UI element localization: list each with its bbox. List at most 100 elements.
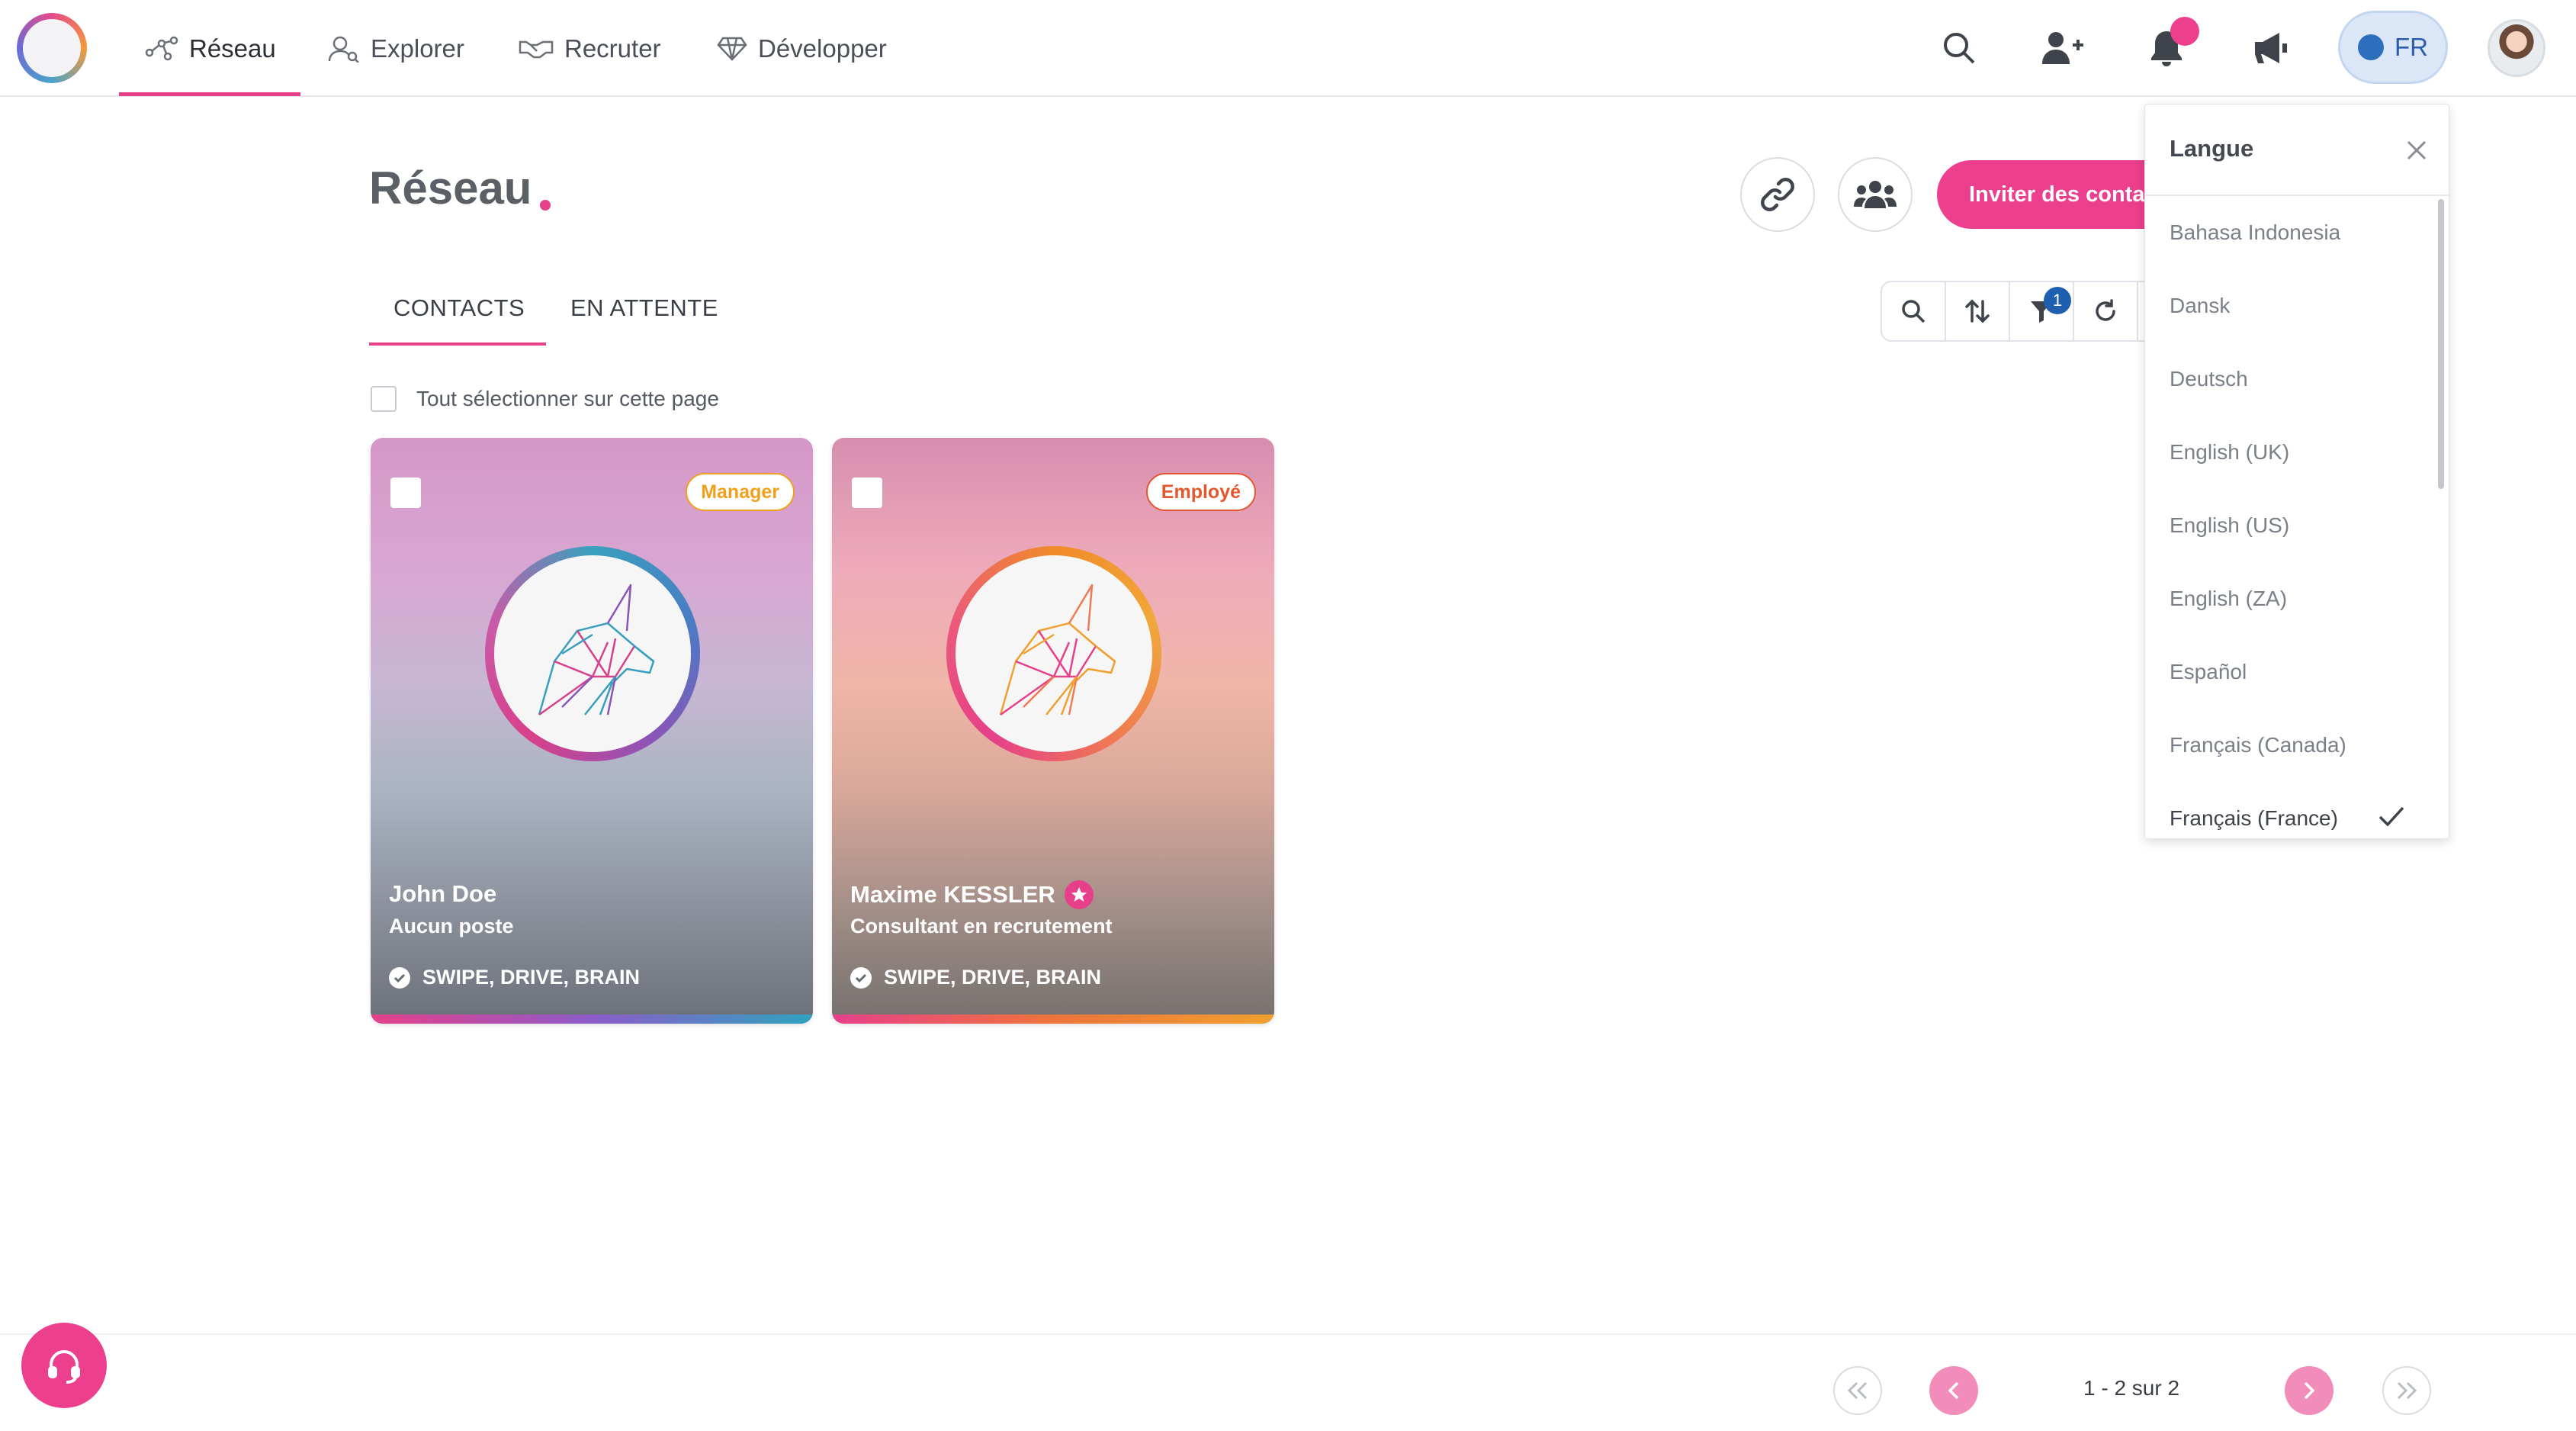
title-accent-dot [540, 200, 551, 211]
tab-contacts[interactable]: CONTACTS [393, 294, 525, 322]
card-checkbox[interactable] [852, 478, 882, 508]
search-icon [1902, 300, 1926, 323]
language-option[interactable]: Deutsch [2145, 342, 2449, 416]
sort-icon [1965, 299, 1990, 323]
nav-item-reseau[interactable]: Réseau [145, 0, 276, 97]
toolbar-refresh-button[interactable] [2074, 282, 2138, 340]
active-nav-indicator [119, 92, 300, 96]
notification-dot [2170, 17, 2199, 46]
language-list: Bahasa Indonesia Dansk Deutsch English (… [2145, 196, 2449, 838]
chevron-right-icon [2304, 1381, 2315, 1400]
toolbar-sort-button[interactable] [1946, 282, 2010, 340]
network-icon [145, 36, 178, 60]
contact-card[interactable]: Employé Maxime KESSLER Consultant en rec… [832, 438, 1274, 1024]
select-all-label: Tout sélectionner sur cette page [416, 387, 719, 410]
nav-label: Réseau [189, 34, 276, 63]
check-circle-icon [850, 966, 872, 989]
chevron-left-icon [1948, 1381, 1959, 1400]
nav-label: Explorer [371, 34, 464, 63]
card-gradient-border [832, 1015, 1274, 1024]
role-badge: Employé [1145, 473, 1256, 511]
language-dropdown-title: Langue [2170, 135, 2254, 162]
language-option[interactable]: English (ZA) [2145, 562, 2449, 635]
last-page-button[interactable] [2382, 1366, 2431, 1415]
add-user-icon [2042, 32, 2083, 64]
check-circle-icon [389, 966, 410, 989]
user-avatar[interactable] [2488, 19, 2545, 77]
handshake-icon [519, 40, 554, 58]
contact-name-row: John Doe [389, 880, 496, 908]
nav-item-explorer[interactable]: Explorer [328, 0, 464, 97]
contact-name: Maxime KESSLER [850, 881, 1055, 908]
headset-icon [48, 1350, 80, 1384]
contact-name-row: Maxime KESSLER [850, 880, 1094, 909]
card-gradient-border [371, 1015, 813, 1024]
toolbar-filter-button[interactable]: 1 [2010, 282, 2074, 340]
active-tab-indicator [369, 342, 546, 346]
copy-link-button[interactable] [1740, 157, 1815, 232]
nav-label: Développer [758, 34, 887, 63]
language-code: FR [2395, 33, 2428, 61]
language-option[interactable]: Français (Canada) [2145, 709, 2449, 782]
contact-card[interactable]: Manager John Doe Aucun poste SWIPE, DRIV… [371, 438, 813, 1024]
language-option-label: Français (France) [2170, 806, 2338, 830]
language-option[interactable]: Dansk [2145, 269, 2449, 342]
filter-count-badge: 1 [2044, 287, 2071, 314]
page-title: Réseau [369, 162, 532, 214]
nav-item-developper[interactable]: Développer [717, 0, 887, 97]
language-option[interactable]: English (US) [2145, 489, 2449, 562]
contact-avatar [946, 546, 1161, 761]
language-dropdown: Langue Bahasa Indonesia Dansk Deutsch En… [2144, 104, 2449, 839]
contact-avatar [485, 546, 700, 761]
unicorn-icon [999, 584, 1116, 716]
groups-button[interactable] [1838, 157, 1913, 232]
contact-skills-row: SWIPE, DRIVE, BRAIN [850, 966, 1101, 989]
toolbar-search-button[interactable] [1882, 282, 1946, 340]
megaphone-icon [2255, 33, 2287, 63]
add-user-button[interactable] [2038, 23, 2088, 73]
unicorn-icon [538, 584, 655, 716]
nav-item-recruter[interactable]: Recruter [519, 0, 661, 97]
language-dropdown-header: Langue [2145, 105, 2449, 196]
refresh-icon [2096, 299, 2115, 321]
previous-page-button[interactable] [1929, 1366, 1978, 1415]
select-all-row: Tout sélectionner sur cette page [371, 386, 719, 412]
footer-divider [0, 1333, 2576, 1335]
search-button[interactable] [1934, 23, 1984, 73]
star-icon [1064, 880, 1094, 909]
role-badge: Manager [686, 473, 795, 511]
list-toolbar: 1 [1881, 281, 2163, 342]
language-option[interactable]: Español [2145, 635, 2449, 709]
next-page-button[interactable] [2285, 1366, 2333, 1415]
first-page-button[interactable] [1833, 1366, 1882, 1415]
link-icon [1761, 178, 1794, 211]
diamond-icon [717, 37, 747, 61]
globe-icon [2358, 34, 2384, 60]
double-chevron-right-icon [2397, 1381, 2417, 1400]
top-navigation-bar: Réseau Explorer Recruter Développer FR [0, 0, 2576, 97]
contact-skills: SWIPE, DRIVE, BRAIN [422, 966, 641, 989]
language-option[interactable]: English (UK) [2145, 416, 2449, 489]
logo-inner [23, 19, 81, 77]
language-button[interactable]: FR [2338, 11, 2448, 84]
language-list-scrollbar[interactable] [2438, 199, 2444, 489]
tab-en-attente[interactable]: EN ATTENTE [570, 294, 718, 322]
checkmark-icon [2378, 806, 2404, 827]
support-button[interactable] [21, 1323, 107, 1408]
double-chevron-left-icon [1847, 1381, 1868, 1400]
contact-name: John Doe [389, 880, 497, 907]
avatar-inner [494, 555, 691, 752]
select-all-checkbox[interactable] [371, 386, 397, 412]
announcements-button[interactable] [2245, 23, 2295, 73]
close-icon[interactable] [2404, 138, 2429, 162]
unicorn-logo[interactable] [17, 13, 87, 83]
language-option[interactable]: Bahasa Indonesia [2145, 196, 2449, 269]
group-icon [1854, 181, 1897, 208]
nav-label: Recruter [564, 34, 661, 63]
avatar-inner [956, 555, 1152, 752]
people-search-icon [328, 36, 359, 63]
search-icon [1944, 33, 1975, 64]
language-option-selected[interactable]: Français (France) [2145, 782, 2449, 838]
card-checkbox[interactable] [390, 478, 421, 508]
contact-skills-row: SWIPE, DRIVE, BRAIN [389, 966, 640, 989]
